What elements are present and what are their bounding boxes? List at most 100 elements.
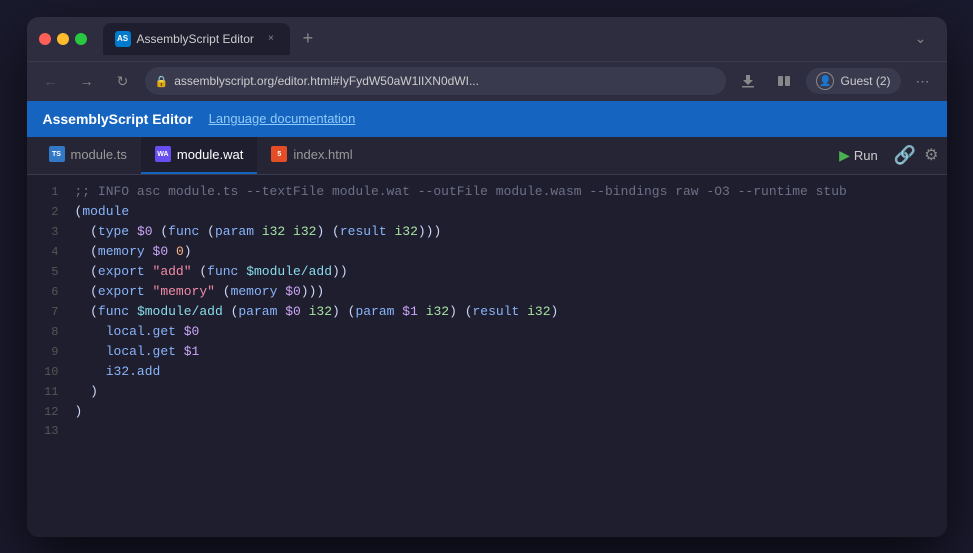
forward-button[interactable]: → bbox=[73, 67, 101, 95]
tab-label: index.html bbox=[293, 147, 352, 162]
code-line: 3 (type $0 (func (param i32 i32) (result… bbox=[27, 223, 947, 243]
line-content: (export "memory" (memory $0))) bbox=[75, 284, 325, 299]
title-bar: AS AssemblyScript Editor × + ⌄ bbox=[27, 17, 947, 61]
line-number: 12 bbox=[27, 405, 75, 419]
code-token: memory bbox=[98, 244, 145, 259]
line-content: ) bbox=[75, 404, 83, 419]
tab-actions: ▶ Run 🔗 ⚙ bbox=[831, 143, 938, 168]
tab-expand-button[interactable]: ⌄ bbox=[907, 25, 935, 53]
code-token: module bbox=[82, 204, 129, 219]
code-token: ( bbox=[75, 304, 98, 319]
code-token bbox=[418, 304, 426, 319]
code-token: ) bbox=[184, 244, 192, 259]
reader-mode-button[interactable] bbox=[770, 67, 798, 95]
line-content: i32.add bbox=[75, 364, 161, 379]
new-tab-button[interactable]: + bbox=[294, 25, 322, 53]
line-content: local.get $1 bbox=[75, 344, 200, 359]
code-line: 10 i32.add bbox=[27, 363, 947, 383]
tab-icon: AS bbox=[115, 31, 131, 47]
url-bar[interactable]: 🔒 assemblyscript.org/editor.html#IyFydW5… bbox=[145, 67, 727, 95]
settings-icon[interactable]: ⚙ bbox=[924, 145, 938, 165]
code-token: i32 bbox=[309, 304, 332, 319]
line-content: ) bbox=[75, 384, 98, 399]
code-token: $module/add bbox=[246, 264, 332, 279]
code-token: result bbox=[473, 304, 520, 319]
code-token bbox=[176, 324, 184, 339]
language-docs-link[interactable]: Language documentation bbox=[209, 111, 356, 126]
tab-close-button[interactable]: × bbox=[264, 32, 278, 46]
code-token: ( bbox=[199, 224, 215, 239]
line-number: 8 bbox=[27, 325, 75, 339]
code-token bbox=[75, 364, 106, 379]
run-button[interactable]: ▶ Run bbox=[831, 143, 886, 168]
tab-module-wat[interactable]: WA module.wat bbox=[141, 137, 257, 174]
code-token: func bbox=[207, 264, 238, 279]
code-token: i32 bbox=[527, 304, 550, 319]
line-number: 3 bbox=[27, 225, 75, 239]
maximize-button[interactable] bbox=[75, 33, 87, 45]
code-token bbox=[129, 304, 137, 319]
line-number: 7 bbox=[27, 305, 75, 319]
code-token: $module/add bbox=[137, 304, 223, 319]
browser-tab-active[interactable]: AS AssemblyScript Editor × bbox=[103, 23, 290, 55]
html-icon: 5 bbox=[271, 146, 287, 162]
code-line: 9 local.get $1 bbox=[27, 343, 947, 363]
tab-module-ts[interactable]: TS module.ts bbox=[35, 137, 141, 174]
line-content: (export "add" (func $module/add)) bbox=[75, 264, 348, 279]
back-button[interactable]: ← bbox=[37, 67, 65, 95]
code-token: ( bbox=[223, 304, 239, 319]
code-token bbox=[145, 284, 153, 299]
line-content: local.get $0 bbox=[75, 324, 200, 339]
code-token: ( bbox=[75, 284, 98, 299]
code-token: i32 bbox=[262, 224, 285, 239]
code-token: ))) bbox=[418, 224, 441, 239]
close-button[interactable] bbox=[39, 33, 51, 45]
code-token bbox=[176, 344, 184, 359]
line-content: ;; INFO asc module.ts --textFile module.… bbox=[75, 184, 847, 199]
code-token bbox=[75, 344, 106, 359]
browser-window: AS AssemblyScript Editor × + ⌄ ← → ↻ 🔒 a… bbox=[27, 17, 947, 537]
code-token: ) bbox=[551, 304, 559, 319]
code-token: $0 bbox=[184, 324, 200, 339]
download-button[interactable] bbox=[734, 67, 762, 95]
user-button[interactable]: 👤 Guest (2) bbox=[806, 68, 900, 94]
code-token: "add" bbox=[153, 264, 192, 279]
code-token bbox=[254, 224, 262, 239]
code-token bbox=[168, 244, 176, 259]
security-icon: 🔒 bbox=[155, 75, 169, 88]
reload-button[interactable]: ↻ bbox=[109, 67, 137, 95]
line-content: (func $module/add (param $0 i32) (param … bbox=[75, 304, 559, 319]
code-token: export bbox=[98, 284, 145, 299]
code-token: ))) bbox=[301, 284, 324, 299]
line-number: 11 bbox=[27, 385, 75, 399]
minimize-button[interactable] bbox=[57, 33, 69, 45]
tab-label: module.wat bbox=[177, 147, 243, 162]
code-token: ( bbox=[75, 244, 98, 259]
code-editor[interactable]: 1;; INFO asc module.ts --textFile module… bbox=[27, 175, 947, 537]
code-token: ;; INFO asc module.ts --textFile module.… bbox=[75, 184, 847, 199]
user-label: Guest (2) bbox=[840, 74, 890, 88]
line-number: 5 bbox=[27, 265, 75, 279]
code-token: i32 bbox=[293, 224, 316, 239]
code-token bbox=[129, 224, 137, 239]
code-line: 2(module bbox=[27, 203, 947, 223]
line-content: (memory $0 0) bbox=[75, 244, 192, 259]
line-number: 2 bbox=[27, 205, 75, 219]
line-number: 6 bbox=[27, 285, 75, 299]
code-token: result bbox=[340, 224, 387, 239]
code-token: local.get bbox=[106, 324, 176, 339]
code-line: 5 (export "add" (func $module/add)) bbox=[27, 263, 947, 283]
code-token: export bbox=[98, 264, 145, 279]
code-token: local.get bbox=[106, 344, 176, 359]
code-token bbox=[519, 304, 527, 319]
line-number: 4 bbox=[27, 245, 75, 259]
code-token: ) ( bbox=[449, 304, 472, 319]
code-token: i32.add bbox=[106, 364, 161, 379]
code-token: i32 bbox=[394, 224, 417, 239]
tab-index-html[interactable]: 5 index.html bbox=[257, 137, 366, 174]
line-content: (type $0 (func (param i32 i32) (result i… bbox=[75, 224, 442, 239]
code-line: 12) bbox=[27, 403, 947, 423]
link-icon[interactable]: 🔗 bbox=[894, 145, 916, 166]
more-options-button[interactable]: ⋯ bbox=[909, 67, 937, 95]
code-token bbox=[145, 244, 153, 259]
